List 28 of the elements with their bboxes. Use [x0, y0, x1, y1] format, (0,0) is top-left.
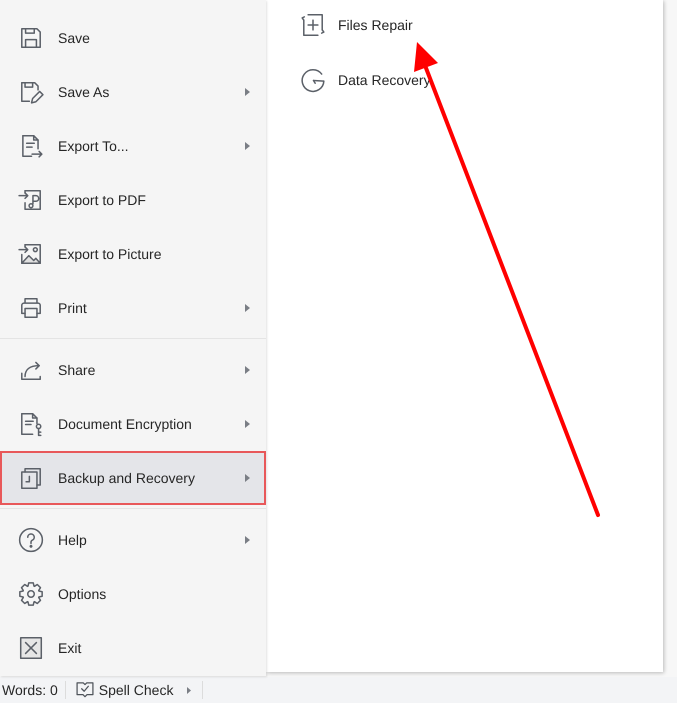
menu-item[interactable]: Help — [0, 513, 266, 567]
picture-icon — [18, 241, 44, 267]
document-key-icon — [18, 411, 44, 437]
plus-square-icon — [300, 12, 326, 38]
printer-icon — [18, 295, 44, 321]
stacked-squares-icon — [18, 465, 44, 491]
menu-item[interactable]: Options — [0, 567, 266, 621]
menu-item[interactable]: Backup and Recovery — [0, 451, 266, 505]
menu-item[interactable]: Document Encryption — [0, 397, 266, 451]
settings-icon — [18, 581, 44, 607]
close-box-icon — [18, 635, 44, 661]
file-pencil-icon — [18, 79, 44, 105]
menu-item[interactable]: Print — [0, 281, 266, 335]
submenu-item[interactable]: Files Repair — [266, 0, 663, 50]
submenu-item[interactable]: Data Recovery — [266, 55, 663, 105]
menu-item[interactable]: Share — [0, 343, 266, 397]
circular-arrow-icon — [300, 67, 326, 93]
book-check-icon — [74, 680, 95, 700]
menu-item[interactable]: Exit — [0, 621, 266, 675]
menu-item[interactable]: Save As — [0, 65, 266, 119]
spell-check-button[interactable]: Spell Check — [72, 680, 196, 700]
word-count: Words: 0 — [1, 682, 58, 698]
menu-item[interactable]: Export to Picture — [0, 227, 266, 281]
export-pdf-icon — [18, 187, 44, 213]
menu-item[interactable]: Save — [0, 11, 266, 65]
menu-item[interactable]: Export to PDF — [0, 173, 266, 227]
menu-item[interactable]: Export To... — [0, 119, 266, 173]
help-icon — [18, 527, 44, 553]
